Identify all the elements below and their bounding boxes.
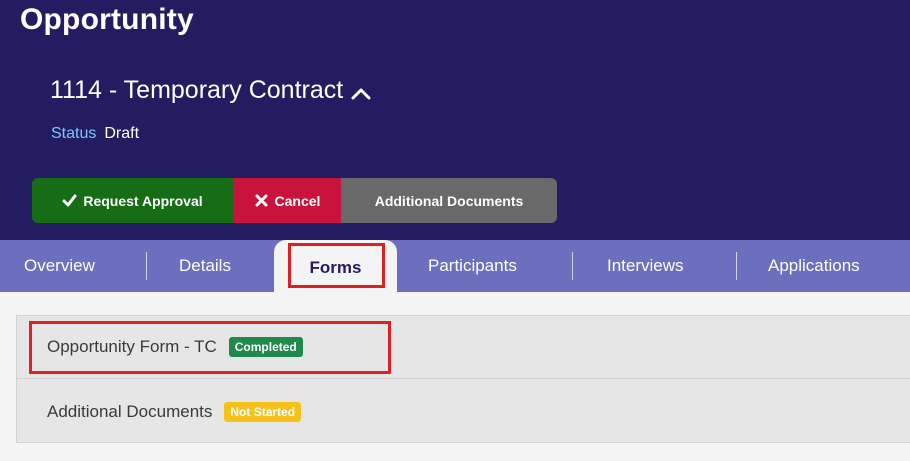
- record-title-text: 1114 - Temporary Contract: [50, 76, 344, 104]
- status-badge: Completed: [228, 337, 303, 357]
- form-name: Opportunity Form - TC: [47, 337, 217, 356]
- tab-divider: [572, 252, 573, 280]
- record-title[interactable]: 1114 - Temporary Contract: [50, 76, 371, 105]
- forms-list: Opportunity Form - TC Completed Addition…: [16, 315, 910, 443]
- cancel-label: Cancel: [274, 192, 321, 209]
- action-bar: Request Approval Cancel Additional Docum…: [32, 178, 557, 223]
- chevron-up-icon[interactable]: [351, 86, 371, 100]
- request-approval-button[interactable]: Request Approval: [32, 178, 233, 223]
- tab-applications[interactable]: Applications: [768, 240, 860, 292]
- page-title: Opportunity: [20, 3, 194, 36]
- additional-documents-label: Additional Documents: [374, 192, 524, 209]
- opportunity-header: Opportunity 1114 - Temporary Contract St…: [0, 0, 910, 240]
- form-row[interactable]: Opportunity Form - TC Completed: [17, 316, 910, 379]
- status-label: Status: [51, 125, 97, 142]
- form-row[interactable]: Additional Documents Not Started: [17, 380, 910, 443]
- tab-forms[interactable]: Forms: [274, 240, 397, 295]
- x-icon: [255, 194, 268, 207]
- tab-details[interactable]: Details: [179, 240, 231, 292]
- tab-divider: [736, 252, 737, 280]
- tab-divider: [146, 252, 147, 280]
- tab-participants[interactable]: Participants: [428, 240, 517, 292]
- request-approval-label: Request Approval: [83, 192, 203, 209]
- checkmark-icon: [62, 194, 77, 207]
- status-value: Draft: [104, 125, 140, 142]
- status-badge: Not Started: [224, 401, 302, 422]
- tab-interviews[interactable]: Interviews: [607, 240, 684, 292]
- tab-overview[interactable]: Overview: [24, 240, 95, 292]
- status-row: Status Draft: [51, 125, 139, 143]
- tab-bar: Overview Details Participants Interviews…: [0, 240, 910, 292]
- additional-documents-button[interactable]: Additional Documents: [341, 178, 557, 223]
- cancel-button[interactable]: Cancel: [233, 178, 341, 223]
- form-name: Additional Documents: [47, 401, 213, 421]
